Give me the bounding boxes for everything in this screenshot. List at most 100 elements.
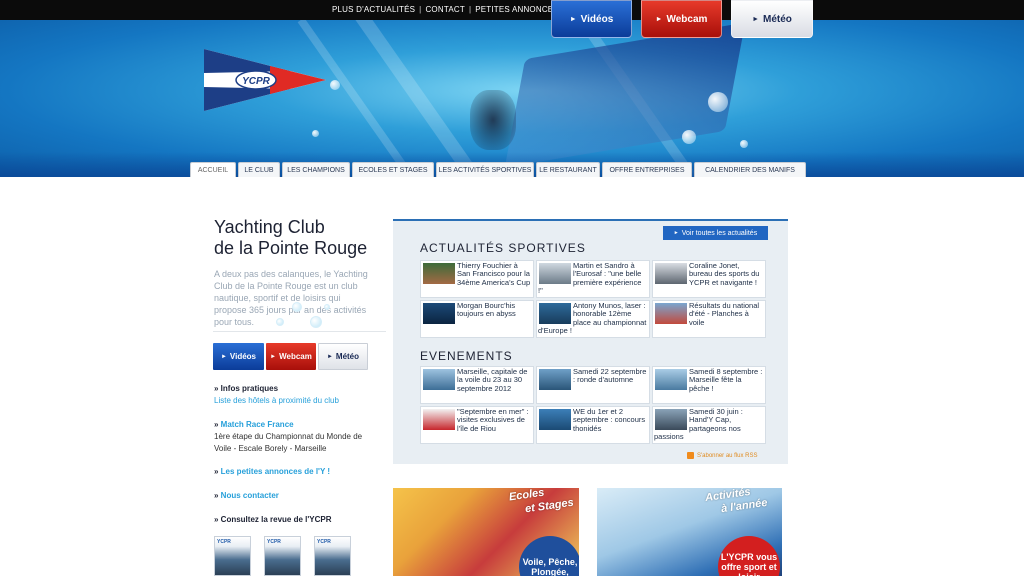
petites-annonces-label: Les petites annonces de l'Y !	[220, 467, 331, 476]
page: PLUS D'ACTUALITÉS | CONTACT | PETITES ANNONC…	[0, 0, 1024, 576]
arrow-right-icon: ►	[326, 353, 333, 360]
event-card-text: WE du 1er et 2 septembre : concours thon…	[573, 407, 646, 433]
voir-toutes-actualites-button[interactable]: ► Voir toutes les actualités	[663, 226, 768, 240]
videos-button[interactable]: ► Vidéos	[551, 0, 632, 38]
top-bar: PLUS D'ACTUALITÉS | CONTACT | PETITES ANNONC…	[0, 0, 1024, 20]
meteo-button[interactable]: ► Météo	[731, 0, 813, 38]
bubble	[324, 304, 330, 310]
news-card-text: Antony Munos, laser : honorable 12ème pl…	[538, 301, 647, 335]
webcam-button[interactable]: ► Webcam	[641, 0, 722, 38]
top-link-contact[interactable]: CONTACT	[425, 5, 464, 14]
news-card[interactable]: Antony Munos, laser : honorable 12ème pl…	[536, 300, 650, 338]
news-card[interactable]: Martin et Sandro à l'Eurosaf : "une bell…	[536, 260, 650, 298]
revue-cover[interactable]: YCPR	[264, 536, 301, 576]
arrow-right-icon: ►	[569, 15, 577, 23]
bubble	[312, 130, 319, 137]
event-card[interactable]: Samedi 22 septembre : ronde d'automne	[536, 366, 650, 404]
tab-ecoles-et-stages[interactable]: ECOLES ET STAGES	[352, 162, 434, 177]
news-card[interactable]: Coraline Jonet, bureau des sports du YCP…	[652, 260, 766, 298]
news-card[interactable]: Résultats du national d'été - Planches à…	[652, 300, 766, 338]
contact-label: Nous contacter	[220, 491, 279, 500]
infos-pratiques-heading: » Infos pratiques	[214, 383, 278, 395]
ycpr-logo[interactable]: YCPR	[204, 49, 326, 111]
bullet-icon: »	[214, 420, 221, 429]
videos-label: Vidéos	[580, 13, 614, 25]
bullet-icon: »	[214, 491, 221, 500]
club-title: Yachting Club de la Pointe Rouge	[214, 217, 367, 259]
tab-les-champions[interactable]: LES CHAMPIONS	[282, 162, 350, 177]
news-card[interactable]: Morgan Bourc'his toujours en abyss	[420, 300, 534, 338]
revue-heading: » Consultez la revue de l'YCPR	[214, 514, 332, 526]
top-link-petites-annonces[interactable]: PETITES ANNONCES	[475, 5, 559, 14]
event-card[interactable]: "Septembre en mer" : visites exclusives …	[420, 406, 534, 444]
sidebar-webcam-button[interactable]: ► Webcam	[266, 343, 316, 370]
top-link-separator: |	[468, 5, 472, 14]
event-card-text: Marseille, capitale de la voile du 23 au…	[457, 367, 528, 393]
diver-image	[470, 90, 516, 150]
bullet-icon: »	[214, 515, 221, 524]
bubbles-decoration	[252, 298, 342, 332]
event-card-text: Samedi 30 juin : Hand'Y Cap, partageons …	[654, 407, 743, 441]
match-race-desc-line2: Voile - Escale Borely - Marseille	[214, 444, 327, 453]
rss-link[interactable]: S'abonner au flux RSS	[687, 452, 758, 459]
bubble	[330, 80, 340, 90]
voir-toutes-label: Voir toutes les actualités	[681, 229, 758, 237]
sidebar-videos-button[interactable]: ► Vidéos	[213, 343, 264, 370]
revue-cover-title: YCPR	[267, 539, 281, 545]
bubble	[276, 318, 284, 326]
news-card-text: Martin et Sandro à l'Eurosaf : "une bell…	[538, 261, 642, 295]
evenements-heading: EVENEMENTS	[420, 349, 513, 363]
header-banner	[0, 20, 1024, 177]
news-card-text: Résultats du national d'été - Planches à…	[689, 301, 760, 327]
bubble	[292, 302, 302, 312]
tab-le-restaurant[interactable]: LE RESTAURANT	[536, 162, 600, 177]
arrow-right-icon: ►	[270, 353, 277, 360]
bubble	[310, 316, 322, 328]
rss-label: S'abonner au flux RSS	[697, 452, 758, 459]
sidebar-webcam-label: Webcam	[279, 352, 312, 361]
revue-label: Consultez la revue de l'YCPR	[220, 515, 332, 524]
top-link-separator: |	[419, 5, 422, 14]
bubble	[740, 140, 748, 148]
revue-cover[interactable]: YCPR	[214, 536, 251, 576]
main-nav-tabs: ACCUEIL LE CLUB LES CHAMPIONS ECOLES ET …	[190, 162, 806, 177]
petites-annonces-link[interactable]: » Les petites annonces de l'Y !	[214, 466, 330, 478]
tab-calendrier-des-manifs[interactable]: CALENDRIER DES MANIFS	[694, 162, 806, 177]
infos-pratiques-label: Infos pratiques	[220, 384, 279, 393]
tab-le-club[interactable]: LE CLUB	[238, 162, 280, 177]
tab-offre-entreprises[interactable]: OFFRE ENTREPRISES	[602, 162, 692, 177]
event-card-text: Samedi 8 septembre : Marseille fête la p…	[689, 367, 763, 393]
event-card[interactable]: Marseille, capitale de la voile du 23 au…	[420, 366, 534, 404]
top-link-actualites[interactable]: PLUS D'ACTUALITÉS	[332, 5, 415, 14]
ecoles-stages-promo[interactable]: Ecoles et Stages Voile, Pêche, Plongée,	[393, 488, 579, 576]
arrow-right-icon: ►	[655, 15, 663, 23]
club-title-line2: de la Pointe Rouge	[214, 238, 368, 258]
revue-cover-title: YCPR	[317, 539, 331, 545]
sidebar-meteo-button[interactable]: ► Météo	[318, 343, 368, 370]
actualites-heading: ACTUALITÉS SPORTIVES	[420, 241, 586, 255]
ecoles-circle-badge: Voile, Pêche, Plongée,	[519, 536, 579, 576]
event-card-text: "Septembre en mer" : visites exclusives …	[457, 407, 529, 433]
event-card[interactable]: Samedi 30 juin : Hand'Y Cap, partageons …	[652, 406, 766, 444]
news-card[interactable]: Thierry Fouchier à San Francisco pour la…	[420, 260, 534, 298]
arrow-right-icon: ►	[673, 230, 679, 236]
club-title-line1: Yachting Club	[214, 217, 325, 237]
activites-annee-promo[interactable]: Activités à l'année L'YCPR vous offre sp…	[597, 488, 782, 576]
top-links: PLUS D'ACTUALITÉS | CONTACT | PETITES ANNONC…	[332, 5, 559, 14]
event-card[interactable]: WE du 1er et 2 septembre : concours thon…	[536, 406, 650, 444]
tab-accueil[interactable]: ACCUEIL	[190, 162, 236, 177]
hotels-link[interactable]: Liste des hôtels à proximité du club	[214, 395, 339, 407]
arrow-right-icon: ►	[752, 15, 760, 23]
news-card-text: Thierry Fouchier à San Francisco pour la…	[457, 261, 531, 287]
match-race-link[interactable]: » Match Race France	[214, 419, 294, 431]
revue-cover-title: YCPR	[217, 539, 231, 545]
revue-cover[interactable]: YCPR	[314, 536, 351, 576]
sidebar-videos-label: Vidéos	[229, 352, 257, 361]
tab-activites-sportives[interactable]: LES ACTIVITÉS SPORTIVES	[436, 162, 534, 177]
event-card[interactable]: Samedi 8 septembre : Marseille fête la p…	[652, 366, 766, 404]
event-card-text: Samedi 22 septembre : ronde d'automne	[573, 367, 647, 385]
contact-link[interactable]: » Nous contacter	[214, 490, 279, 502]
bullet-icon: »	[214, 384, 221, 393]
news-card-text: Coraline Jonet, bureau des sports du YCP…	[689, 261, 760, 287]
arrow-right-icon: ►	[220, 353, 227, 360]
